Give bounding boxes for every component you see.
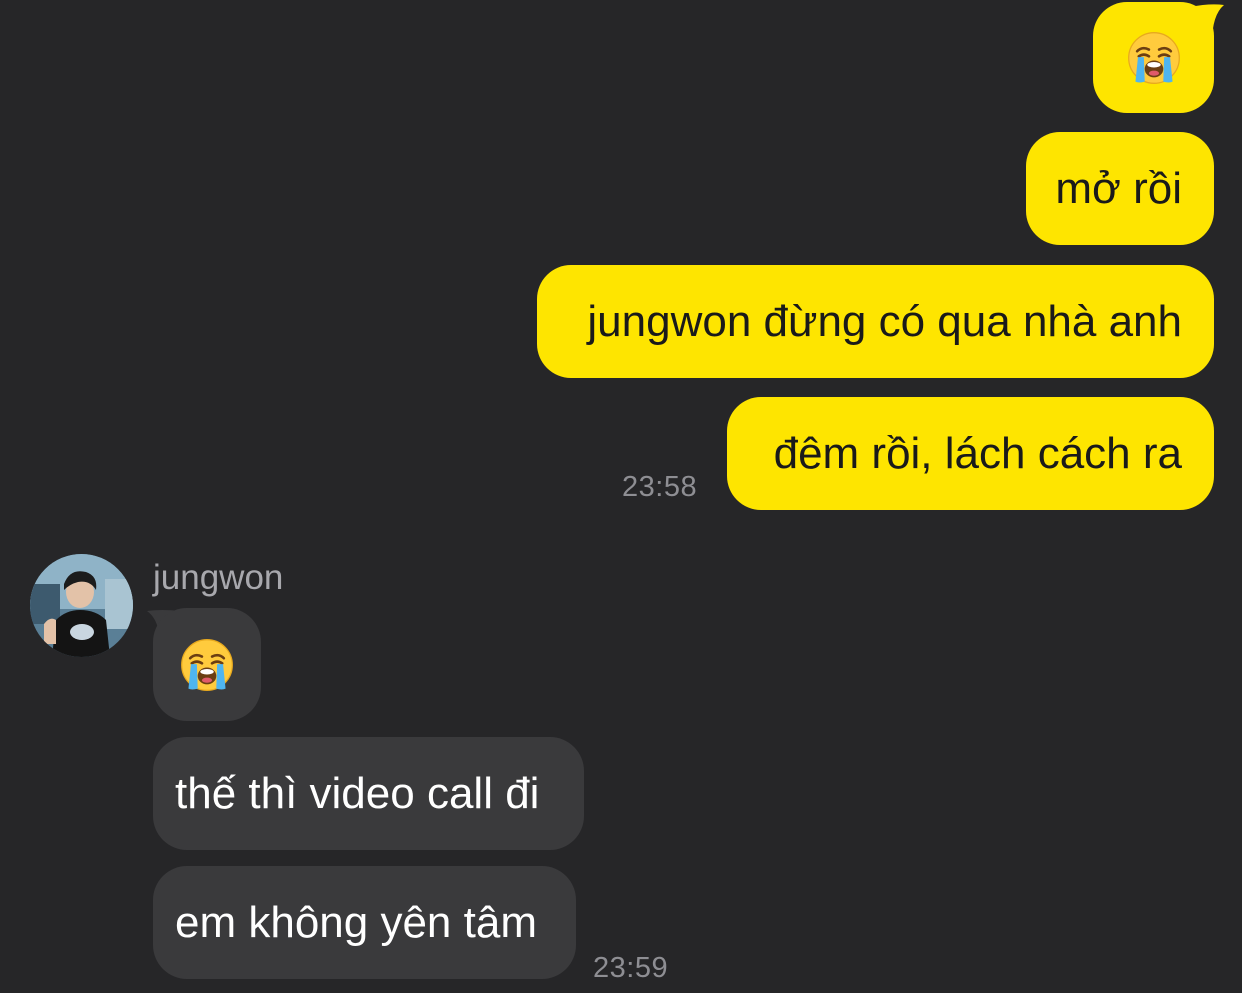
avatar[interactable] (30, 554, 133, 657)
profile-photo-icon (30, 554, 133, 657)
outgoing-bubble-tail (1190, 4, 1224, 43)
message-text: thế thì video call đi (175, 768, 540, 818)
incoming-emoji-message[interactable] (153, 608, 261, 721)
message-text: em không yên tâm (175, 897, 537, 947)
loudly-crying-face-icon (180, 637, 234, 692)
chat-conversation: mở rồi jungwon đừng có qua nhà anh đêm r… (0, 0, 1242, 993)
message-text: đêm rồi, lách cách ra (773, 428, 1182, 478)
loudly-crying-face-icon (1126, 30, 1181, 85)
message-text: jungwon đừng có qua nhà anh (587, 296, 1182, 346)
message-timestamp: 23:58 (622, 471, 698, 503)
incoming-message[interactable]: thế thì video call đi (153, 737, 584, 850)
sender-name: jungwon (153, 558, 284, 597)
message-timestamp: 23:59 (593, 952, 669, 984)
outgoing-message[interactable]: jungwon đừng có qua nhà anh (537, 265, 1214, 378)
outgoing-message[interactable]: đêm rồi, lách cách ra (727, 397, 1214, 510)
message-text: mở rồi (1055, 163, 1182, 213)
incoming-message[interactable]: em không yên tâm (153, 866, 576, 979)
outgoing-message[interactable]: mở rồi (1026, 132, 1214, 245)
